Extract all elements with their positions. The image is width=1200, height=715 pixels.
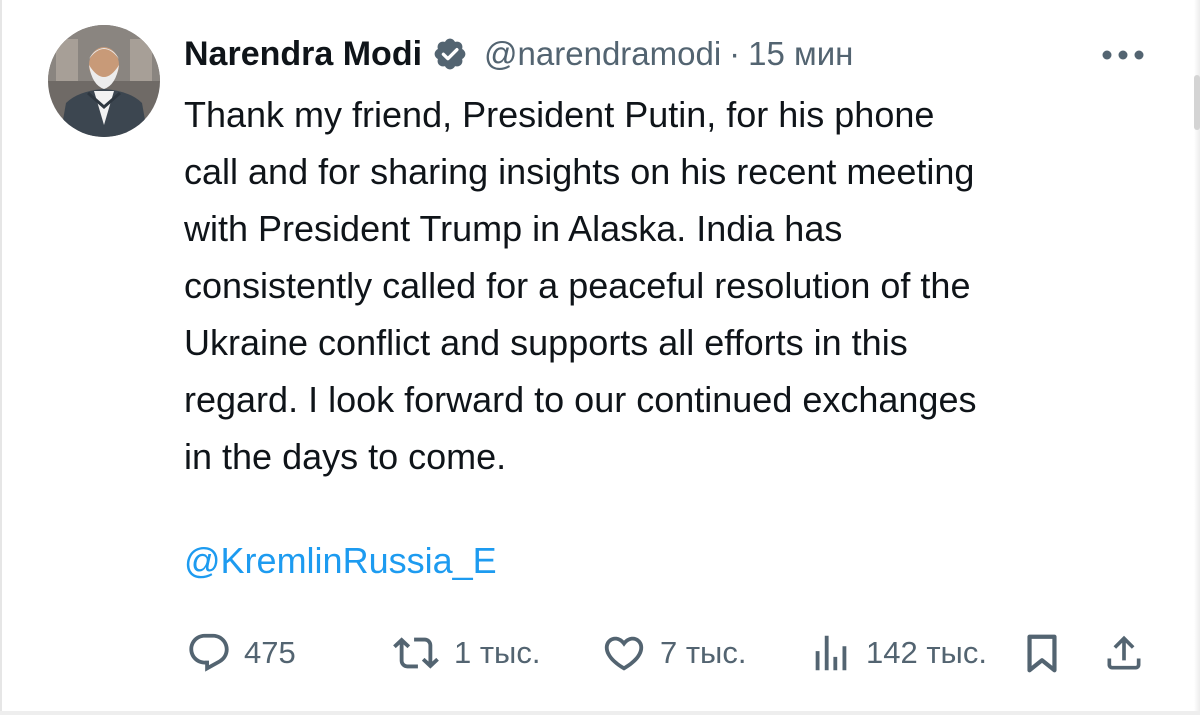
- views-icon: [815, 635, 847, 671]
- tweet-text-line: Thank my friend, President Putin, for hi…: [184, 94, 935, 135]
- tweet-text-line: consistently called for a peaceful resol…: [184, 265, 971, 306]
- tweet-text-line: in the days to come.: [184, 436, 507, 477]
- more-dots-icon: [1102, 50, 1144, 60]
- action-bar: 475 1 тыс. 7 тыс. 142 тыс.: [0, 625, 1200, 681]
- like-button[interactable]: 7 тыс.: [600, 625, 746, 681]
- share-icon: [1107, 635, 1141, 670]
- more-button[interactable]: [1100, 44, 1146, 66]
- verified-badge-icon[interactable]: [432, 36, 468, 72]
- retweet-button[interactable]: 1 тыс.: [390, 625, 540, 681]
- reply-count: 475: [244, 635, 296, 670]
- bookmark-button[interactable]: [1022, 625, 1062, 681]
- views-count: 142 тыс.: [866, 635, 987, 670]
- scrollbar-thumb[interactable]: [1194, 75, 1200, 130]
- tweet-text-line: Ukraine conflict and supports all effort…: [184, 322, 908, 363]
- bookmark-icon: [1027, 634, 1057, 673]
- mention-link[interactable]: @KremlinRussia_E: [184, 532, 497, 589]
- tweet-text-line: with President Trump in Alaska. India ha…: [184, 208, 843, 249]
- retweet-count: 1 тыс.: [454, 635, 541, 670]
- tweet-text-line: call and for sharing insights on his rec…: [184, 151, 975, 192]
- left-border: [0, 0, 2, 715]
- heart-icon: [604, 636, 644, 671]
- tweet-text: Thank my friend, President Putin, for hi…: [184, 86, 1174, 485]
- retweet-icon: [393, 637, 439, 669]
- tweet-header: Narendra Modi @narendramodi · 15 мин: [184, 28, 853, 80]
- author-name[interactable]: Narendra Modi: [184, 35, 422, 74]
- like-count: 7 тыс.: [660, 635, 747, 670]
- share-button[interactable]: [1102, 625, 1146, 681]
- bottom-divider: [0, 711, 1200, 715]
- avatar[interactable]: [48, 25, 160, 137]
- tweet-text-line: regard. I look forward to our continued …: [184, 379, 977, 420]
- tweet-timestamp[interactable]: 15 мин: [748, 35, 853, 73]
- header-separator: ·: [729, 35, 741, 72]
- author-handle[interactable]: @narendramodi: [484, 35, 721, 73]
- views-button[interactable]: 142 тыс.: [808, 625, 987, 681]
- reply-button[interactable]: 475: [186, 625, 296, 681]
- reply-icon: [189, 633, 229, 672]
